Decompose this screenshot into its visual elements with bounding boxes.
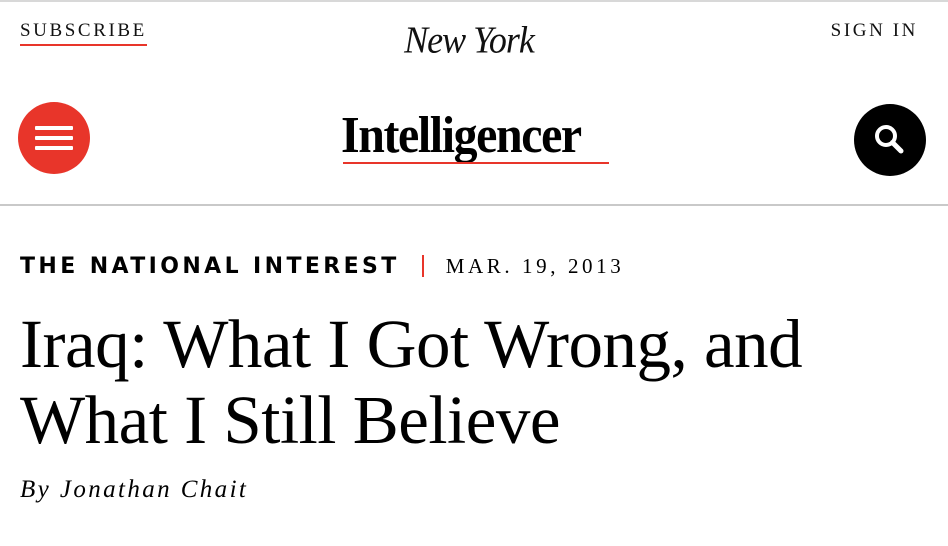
rubric-link[interactable]: THE NATIONAL INTEREST	[20, 254, 400, 279]
search-icon	[875, 125, 904, 154]
logo-underline	[343, 162, 609, 164]
search-button[interactable]	[854, 104, 926, 176]
hamburger-menu-icon	[35, 126, 73, 130]
intelligencer-logo[interactable]: Intelligencer	[341, 107, 609, 168]
intelligencer-logo-text: Intelligencer	[341, 107, 582, 164]
sign-in-link[interactable]: SIGN IN	[831, 20, 918, 42]
new-york-logo[interactable]: New York	[374, 16, 564, 64]
article-headline: Iraq: What I Got Wrong, and What I Still…	[20, 306, 803, 458]
header-divider	[0, 204, 948, 206]
new-york-logo-text: New York	[404, 19, 535, 61]
article-meta: THE NATIONAL INTEREST MAR. 19, 2013	[20, 252, 624, 280]
top-bar: SUBSCRIBE New York SIGN IN	[0, 2, 948, 68]
rubric-separator	[421, 255, 424, 277]
menu-button[interactable]	[18, 102, 90, 174]
subscribe-link[interactable]: SUBSCRIBE	[20, 20, 147, 46]
article-byline: By Jonathan Chait	[20, 476, 249, 503]
article-date: MAR. 19, 2013	[445, 253, 625, 278]
site-header: Intelligencer	[0, 68, 948, 204]
